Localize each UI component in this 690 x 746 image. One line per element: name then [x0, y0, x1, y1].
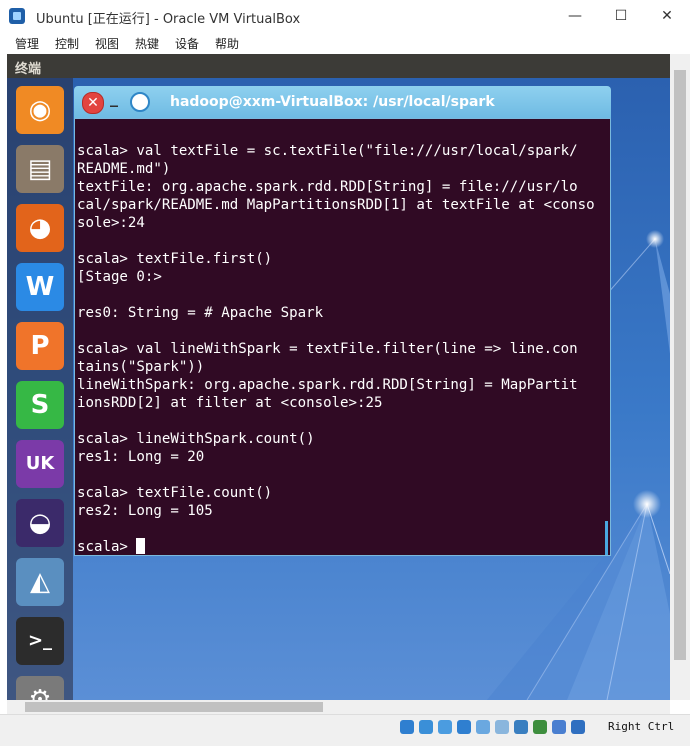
- wps-spreadsheets-icon[interactable]: S: [16, 381, 64, 429]
- terminal-close-button[interactable]: ✕: [82, 92, 104, 114]
- ubuntu-top-panel: 终端: [7, 54, 670, 78]
- terminal-icon[interactable]: >_: [16, 617, 64, 665]
- optical-disc-icon[interactable]: [419, 720, 433, 734]
- terminal-output: scala> val textFile = sc.textFile("file:…: [77, 143, 595, 555]
- menu-hotkeys[interactable]: 热键: [135, 35, 159, 52]
- eclipse-glyph: ◒: [28, 508, 52, 538]
- menu-manage[interactable]: 管理: [15, 35, 39, 52]
- usb-icon[interactable]: [438, 720, 452, 734]
- host-titlebar: Ubuntu [正在运行] - Oracle VM VirtualBox — ☐…: [0, 0, 690, 32]
- terminal-title: hadoop@xxm-VirtualBox: /usr/local/spark: [170, 94, 495, 110]
- keyboard-arrow-icon[interactable]: [571, 720, 585, 734]
- virtualbox-app-icon: [9, 8, 25, 24]
- window-title: Ubuntu [正在运行] - Oracle VM VirtualBox: [36, 12, 301, 27]
- ubuntu-one-uk-glyph: UK: [25, 453, 55, 474]
- ubuntu-launcher: ◉ ▤ ◕ W P S UK ◒ ◭ >_ ⚙: [7, 78, 73, 700]
- terminal-maximize-button[interactable]: [130, 92, 150, 112]
- ubuntu-dash-glyph: ◉: [28, 95, 52, 125]
- terminal-window[interactable]: ✕ _ hadoop@xxm-VirtualBox: /usr/local/sp…: [74, 86, 611, 556]
- close-icon: ✕: [87, 95, 99, 111]
- network-icon[interactable]: [457, 720, 471, 734]
- files-cabinet-glyph: ▤: [27, 154, 53, 184]
- status-bar: Right Ctrl: [0, 714, 690, 746]
- wps-writer-icon[interactable]: W: [16, 263, 64, 311]
- horizontal-scrollbar-thumb[interactable]: [25, 702, 323, 712]
- eclipse-icon[interactable]: ◒: [16, 499, 64, 547]
- mouse-integration-icon[interactable]: [552, 720, 566, 734]
- hdd-icon[interactable]: [400, 720, 414, 734]
- menu-view[interactable]: 视图: [95, 35, 119, 52]
- terminal-cursor[interactable]: [136, 538, 146, 554]
- recording-icon[interactable]: [533, 720, 547, 734]
- wps-spreadsheets-glyph: S: [30, 390, 50, 420]
- terminal-scrollbar[interactable]: [605, 521, 608, 555]
- terminal-titlebar[interactable]: ✕ _ hadoop@xxm-VirtualBox: /usr/local/sp…: [74, 86, 611, 118]
- software-updater-glyph: ◭: [30, 567, 50, 597]
- video-capture-icon[interactable]: [514, 720, 528, 734]
- display-icon[interactable]: [495, 720, 509, 734]
- terminal-prompt: scala>: [77, 539, 137, 555]
- ubuntu-dash-icon[interactable]: ◉: [16, 86, 64, 134]
- files-cabinet-icon[interactable]: ▤: [16, 145, 64, 193]
- system-settings-gear-icon[interactable]: ⚙: [16, 676, 64, 700]
- menu-devices[interactable]: 设备: [175, 35, 199, 52]
- minimize-button[interactable]: —: [552, 0, 598, 32]
- horizontal-scrollbar[interactable]: [7, 700, 670, 714]
- active-app-title: 终端: [15, 62, 42, 77]
- vertical-scrollbar-thumb[interactable]: [674, 70, 686, 660]
- system-settings-gear-glyph: ⚙: [28, 685, 52, 700]
- vertical-scrollbar[interactable]: [670, 54, 690, 700]
- maximize-button[interactable]: ☐: [598, 0, 644, 32]
- terminal-minimize-button[interactable]: _: [108, 88, 122, 108]
- wps-presentation-glyph: P: [30, 331, 50, 361]
- ubuntu-one-uk-icon[interactable]: UK: [16, 440, 64, 488]
- wps-writer-glyph: W: [25, 272, 55, 302]
- firefox-glyph: ◕: [28, 213, 52, 243]
- terminal-body[interactable]: scala> val textFile = sc.textFile("file:…: [74, 118, 611, 556]
- close-button[interactable]: ✕: [644, 0, 690, 32]
- shared-folder-icon[interactable]: [476, 720, 490, 734]
- minimize-icon: _: [110, 88, 118, 107]
- host-key-label: Right Ctrl: [608, 720, 675, 733]
- menu-help[interactable]: 帮助: [215, 35, 239, 52]
- menu-control[interactable]: 控制: [55, 35, 79, 52]
- software-updater-icon[interactable]: ◭: [16, 558, 64, 606]
- host-menubar: 管理 控制 视图 热键 设备 帮助: [0, 32, 690, 54]
- terminal-glyph: >_: [27, 630, 53, 651]
- wps-presentation-icon[interactable]: P: [16, 322, 64, 370]
- firefox-icon[interactable]: ◕: [16, 204, 64, 252]
